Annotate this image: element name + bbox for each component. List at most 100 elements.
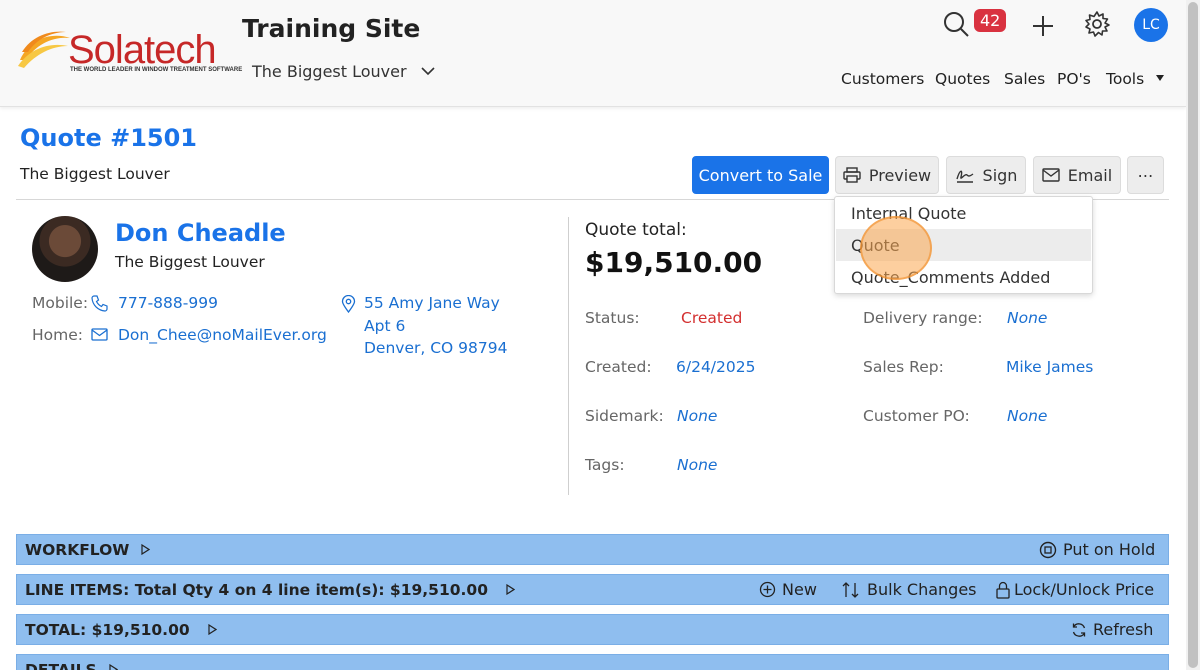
menu-item-quote[interactable]: Quote: [836, 229, 1091, 261]
expand-triangle-icon: [208, 624, 217, 635]
details-title: DETAILS: [25, 660, 97, 670]
logo-swoosh-icon: [18, 31, 70, 68]
line-items-section[interactable]: LINE ITEMS: Total Qty 4 on 4 line item(s…: [16, 574, 1169, 605]
menu-item-internal-quote[interactable]: Internal Quote: [836, 197, 1091, 229]
search-button[interactable]: [940, 8, 972, 40]
bulk-changes-button[interactable]: Bulk Changes: [841, 580, 977, 599]
sales-rep-value[interactable]: Mike James: [1006, 358, 1093, 376]
sales-rep-label: Sales Rep:: [863, 358, 944, 376]
plus-circle-icon: [759, 581, 776, 598]
status-label: Status:: [585, 309, 640, 327]
quote-total-value: $19,510.00: [585, 246, 763, 279]
vertical-separator: [568, 217, 569, 495]
printer-icon: [843, 167, 861, 183]
logo-tagline: THE WORLD LEADER IN WINDOW TREATMENT SOF…: [70, 67, 243, 73]
map-pin-icon: [341, 295, 356, 313]
nav-tools[interactable]: Tools: [1106, 70, 1165, 88]
created-value[interactable]: 6/24/2025: [676, 358, 755, 376]
quote-title: Quote #1501: [20, 124, 197, 152]
gear-icon: [1085, 11, 1110, 37]
convert-label: Convert to Sale: [698, 165, 823, 185]
sign-button[interactable]: Sign: [946, 156, 1026, 194]
customer-company: The Biggest Louver: [115, 253, 265, 271]
sidemark-value[interactable]: None: [677, 407, 717, 425]
expand-triangle-icon: [141, 544, 151, 555]
total-title: TOTAL: $19,510.00: [25, 620, 190, 639]
refresh-button[interactable]: Refresh: [1071, 620, 1153, 639]
customer-po-label: Customer PO:: [863, 407, 970, 425]
caret-down-icon: [1156, 75, 1165, 81]
menu-item-quote-comments-added[interactable]: Quote_Comments Added: [836, 261, 1091, 293]
more-actions-button[interactable]: ⋯: [1127, 156, 1164, 194]
site-selector-label: The Biggest Louver: [252, 62, 407, 81]
lock-icon: [996, 581, 1010, 599]
put-on-hold-label: Put on Hold: [1063, 540, 1156, 559]
quote-total-label: Quote total:: [585, 220, 687, 240]
nav-quotes[interactable]: Quotes: [935, 70, 990, 88]
bulk-changes-label: Bulk Changes: [867, 580, 977, 599]
app-header: Solatech THE WORLD LEADER IN WINDOW TREA…: [0, 0, 1186, 107]
solatech-logo[interactable]: Solatech THE WORLD LEADER IN WINDOW TREA…: [16, 28, 242, 78]
preview-label: Preview: [868, 165, 932, 185]
site-title: Training Site: [242, 14, 421, 43]
user-avatar[interactable]: LC: [1134, 8, 1168, 42]
email-label: Email: [1067, 165, 1113, 185]
email-button[interactable]: Email: [1033, 156, 1121, 194]
customer-name-link[interactable]: Don Cheadle: [115, 219, 286, 247]
mobile-phone-link[interactable]: 777-888-999: [118, 294, 218, 312]
quote-subtitle: The Biggest Louver: [20, 165, 170, 183]
workflow-section[interactable]: WORKFLOW Put on Hold: [16, 534, 1169, 565]
expand-triangle-icon: [506, 584, 515, 595]
expand-triangle-icon: [109, 664, 118, 670]
mobile-label: Mobile:: [32, 294, 89, 312]
site-selector[interactable]: The Biggest Louver: [252, 62, 435, 81]
line-items-title: LINE ITEMS: Total Qty 4 on 4 line item(s…: [25, 580, 488, 599]
home-label: Home:: [32, 326, 83, 344]
tags-value[interactable]: None: [677, 456, 717, 474]
add-button[interactable]: [1027, 10, 1059, 42]
status-value[interactable]: Created: [681, 309, 742, 327]
new-label: New: [782, 580, 817, 599]
nav-tools-label: Tools: [1106, 70, 1145, 88]
preview-button[interactable]: Preview: [835, 156, 939, 194]
put-on-hold-button[interactable]: Put on Hold: [1039, 540, 1155, 559]
email-link[interactable]: Don_Chee@noMailEver.org: [118, 326, 327, 344]
phone-icon: [91, 295, 108, 312]
details-section[interactable]: DETAILS: [16, 654, 1169, 670]
workflow-title: WORKFLOW: [25, 540, 130, 559]
notification-badge[interactable]: 42: [974, 9, 1007, 32]
new-line-item-button[interactable]: New: [759, 580, 817, 599]
pause-circle-icon: [1039, 541, 1057, 558]
lock-unlock-price-button[interactable]: Lock/Unlock Price: [995, 580, 1154, 599]
refresh-icon: [1072, 622, 1086, 637]
swap-arrows-icon: [842, 581, 859, 598]
tags-label: Tags:: [585, 456, 625, 474]
search-icon: [944, 12, 969, 37]
chevron-down-icon: [421, 67, 435, 76]
customer-photo: [32, 216, 98, 282]
settings-button[interactable]: [1081, 8, 1113, 40]
address-line1[interactable]: 55 Amy Jane Way: [364, 294, 500, 312]
sign-label: Sign: [982, 165, 1018, 185]
scrollbar-thumb[interactable]: [1188, 2, 1198, 668]
lock-unlock-label: Lock/Unlock Price: [1014, 580, 1155, 599]
delivery-range-value[interactable]: None: [1007, 309, 1047, 327]
signature-icon: [955, 170, 973, 183]
nav-customers[interactable]: Customers: [841, 70, 924, 88]
nav-pos[interactable]: PO's: [1057, 70, 1091, 88]
address-line3[interactable]: Denver, CO 98794: [364, 339, 508, 357]
created-label: Created:: [585, 358, 652, 376]
customer-po-value[interactable]: None: [1007, 407, 1047, 425]
sidemark-label: Sidemark:: [585, 407, 664, 425]
refresh-label: Refresh: [1093, 620, 1154, 639]
more-icon: ⋯: [1137, 165, 1154, 185]
convert-to-sale-button[interactable]: Convert to Sale: [692, 156, 829, 194]
nav-sales[interactable]: Sales: [1004, 70, 1045, 88]
plus-icon: [1033, 16, 1053, 36]
address-line2[interactable]: Apt 6: [364, 317, 405, 335]
envelope-icon: [1042, 168, 1060, 182]
envelope-icon: [91, 328, 108, 341]
preview-dropdown-menu: Internal Quote Quote Quote_Comments Adde…: [834, 196, 1093, 294]
total-section[interactable]: TOTAL: $19,510.00 Refresh: [16, 614, 1169, 645]
delivery-range-label: Delivery range:: [863, 309, 983, 327]
